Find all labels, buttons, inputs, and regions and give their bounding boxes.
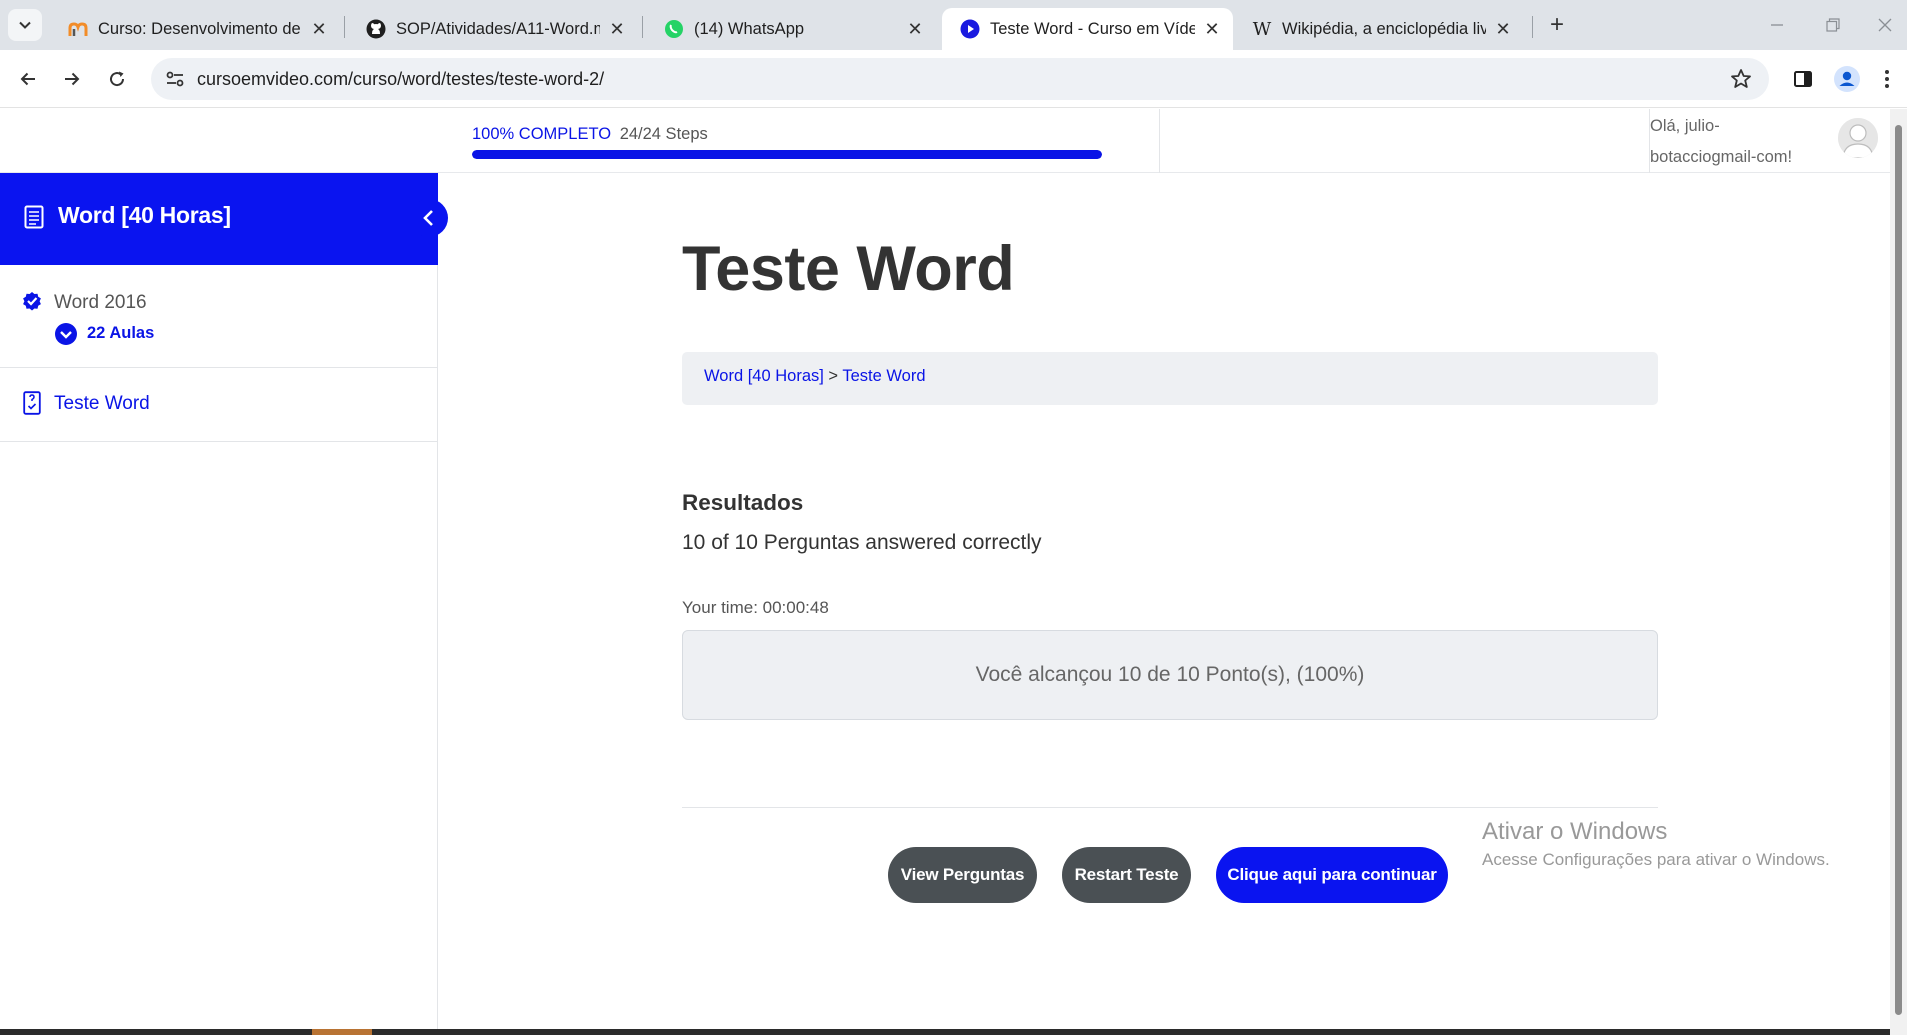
expand-chevron-icon[interactable] (55, 323, 77, 350)
moodle-icon (68, 19, 88, 39)
tab-title: Wikipédia, a enciclopédia livre (1282, 19, 1486, 38)
github-icon (366, 19, 386, 39)
back-button[interactable] (12, 63, 44, 95)
user-greeting: Olá, julio- botacciogmail-com! (1650, 111, 1792, 173)
cursoemvideo-icon (960, 19, 980, 39)
sidebar-item-word-2016[interactable]: Word 2016 22 Aulas (0, 265, 438, 368)
course-document-icon (24, 205, 44, 234)
chevron-down-icon (19, 21, 31, 29)
address-bar[interactable]: cursoemvideo.com/curso/word/testes/teste… (151, 58, 1769, 100)
course-title-bar[interactable]: Word [40 Horas] (0, 173, 438, 265)
tab-wikipedia[interactable]: W Wikipédia, a enciclopédia livre ✕ (1234, 8, 1524, 50)
site-settings-icon[interactable] (165, 69, 185, 94)
tab-teste-word[interactable]: Teste Word - Curso em Vídeo ✕ (942, 8, 1233, 50)
view-questions-button[interactable]: View Perguntas (888, 847, 1037, 903)
minimize-icon (1771, 24, 1783, 26)
close-icon[interactable]: ✕ (904, 18, 926, 40)
bookmark-star-icon[interactable] (1729, 67, 1753, 96)
completed-check-icon (22, 291, 42, 316)
restore-button[interactable] (1810, 10, 1856, 40)
progress-percent: 100% COMPLETO (472, 125, 612, 143)
watermark-subtitle: Acesse Configurações para ativar o Windo… (1482, 850, 1830, 869)
restore-icon (1826, 18, 1840, 32)
browser-toolbar: cursoemvideo.com/curso/word/testes/teste… (0, 50, 1907, 108)
browser-tab-strip: Curso: Desenvolvimento de Sis ✕ SOP/Ativ… (0, 0, 1907, 50)
tab-title: SOP/Atividades/A11-Word.md (396, 19, 600, 38)
tab-title: Teste Word - Curso em Vídeo (990, 19, 1195, 38)
progress-label: 100% COMPLETO 24/24 Steps (472, 125, 708, 144)
reload-icon (110, 71, 125, 87)
scrollbar-thumb[interactable] (1895, 125, 1902, 1015)
page-content: 100% COMPLETO 24/24 Steps Olá, julio- bo… (0, 109, 1907, 1035)
close-icon (1878, 18, 1892, 32)
greeting-line-1: Olá, julio- (1650, 117, 1720, 135)
whatsapp-icon (664, 19, 684, 39)
sidebar-item-label: Teste Word (54, 393, 150, 414)
wikipedia-icon: W (1252, 18, 1272, 40)
breadcrumb: Word [40 Horas] > Teste Word (682, 352, 1658, 405)
close-icon[interactable]: ✕ (1201, 18, 1223, 40)
taskbar-highlight (312, 1029, 372, 1035)
avatar[interactable] (1838, 118, 1878, 158)
tab-title: Curso: Desenvolvimento de Sis (98, 19, 302, 38)
course-progress-header: 100% COMPLETO 24/24 Steps Olá, julio- bo… (0, 109, 1890, 173)
tab-search-button[interactable] (8, 9, 42, 41)
more-vertical-icon (1885, 70, 1889, 88)
quiz-time: Your time: 00:00:48 (682, 598, 829, 617)
close-icon[interactable]: ✕ (1492, 18, 1514, 40)
tab-divider (642, 16, 643, 38)
user-silhouette-icon (1838, 118, 1878, 158)
breadcrumb-course-link[interactable]: Word [40 Horas] (704, 367, 824, 385)
new-tab-button[interactable]: + (1543, 11, 1571, 38)
chevron-left-icon (423, 210, 433, 226)
url-text: cursoemvideo.com/curso/word/testes/teste… (197, 69, 605, 89)
breadcrumb-current-link[interactable]: Teste Word (842, 367, 925, 385)
tab-title: (14) WhatsApp (694, 19, 805, 38)
minimize-button[interactable] (1754, 10, 1800, 40)
reload-button[interactable] (101, 63, 133, 95)
score-text: Você alcançou 10 de 10 Ponto(s), (100%) (975, 663, 1365, 686)
page-scrollbar[interactable] (1890, 109, 1907, 1035)
lessons-count-link[interactable]: 22 Aulas (87, 324, 154, 343)
score-box: Você alcançou 10 de 10 Ponto(s), (100%) (682, 630, 1658, 720)
side-panel-button[interactable] (1787, 63, 1819, 95)
arrow-left-icon (20, 72, 35, 86)
restart-quiz-button[interactable]: Restart Teste (1062, 847, 1191, 903)
windows-activation-watermark: Ativar o Windows Acesse Configurações pa… (1482, 818, 1830, 870)
watermark-title: Ativar o Windows (1482, 818, 1668, 845)
course-title: Word [40 Horas] (58, 202, 231, 228)
close-icon[interactable]: ✕ (308, 18, 330, 40)
close-window-button[interactable] (1862, 10, 1907, 40)
page-title: Teste Word (682, 234, 1015, 304)
close-icon[interactable]: ✕ (606, 18, 628, 40)
side-panel-icon (1794, 71, 1812, 87)
header-divider (1159, 109, 1160, 173)
divider (682, 807, 1658, 808)
quiz-icon (23, 391, 41, 420)
profile-button[interactable] (1831, 63, 1863, 95)
progress-bar (472, 150, 1102, 159)
taskbar-edge (0, 1029, 1890, 1035)
course-sidebar: Word [40 Horas] Word 2016 22 Aulas Teste… (0, 173, 448, 1035)
results-heading: Resultados (682, 490, 804, 515)
browser-menu-button[interactable] (1876, 63, 1898, 95)
profile-icon (1834, 66, 1860, 92)
sidebar-collapse-button[interactable] (410, 199, 448, 237)
tab-divider (1532, 16, 1533, 38)
tab-divider (344, 16, 345, 38)
sidebar-item-label: Word 2016 (54, 292, 147, 313)
tab-whatsapp[interactable]: (14) WhatsApp ✕ (646, 8, 936, 50)
arrow-right-icon (65, 72, 80, 86)
breadcrumb-separator: > (828, 367, 839, 385)
sidebar-item-teste-word[interactable]: Teste Word (0, 368, 438, 442)
progress-bar-fill (472, 150, 1102, 159)
greeting-line-2: botacciogmail-com! (1650, 148, 1793, 166)
results-summary: 10 of 10 Perguntas answered correctly (682, 531, 1042, 554)
tab-github[interactable]: SOP/Atividades/A11-Word.md ✕ (348, 8, 638, 50)
continue-button[interactable]: Clique aqui para continuar (1216, 847, 1448, 903)
progress-steps: 24/24 Steps (619, 125, 708, 143)
forward-button[interactable] (56, 63, 88, 95)
tab-moodle[interactable]: Curso: Desenvolvimento de Sis ✕ (50, 8, 340, 50)
